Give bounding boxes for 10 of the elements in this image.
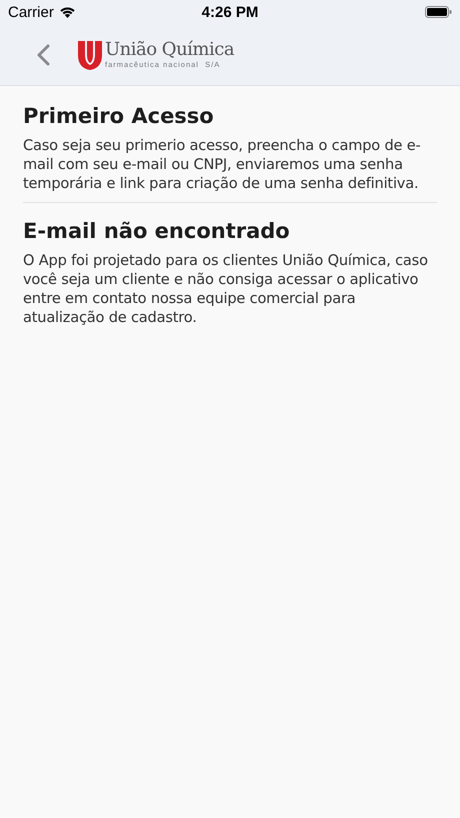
battery-icon [425,6,452,18]
status-time: 4:26 PM [202,4,258,20]
section-text: Caso seja seu primerio acesso, preencha o campo de e-mail com seu e-mail ou CNPJ, enviaremos uma senha temporária e link para criação de uma senha definitiva. [23,136,422,193]
section-title: E-mail não encontrado [23,219,291,243]
section-text: O App foi projetado para os clientes União Química, caso você seja um cliente e não consiga acessar o aplicativo entre em contato nossa equipe comercial para atualização de cadastro. [23,251,429,327]
wifi-icon [58,6,76,18]
back-icon[interactable] [36,44,50,66]
section-title: Primeiro Acesso [23,104,215,128]
logo-icon [78,40,102,70]
carrier-label: Carrier [8,4,54,20]
